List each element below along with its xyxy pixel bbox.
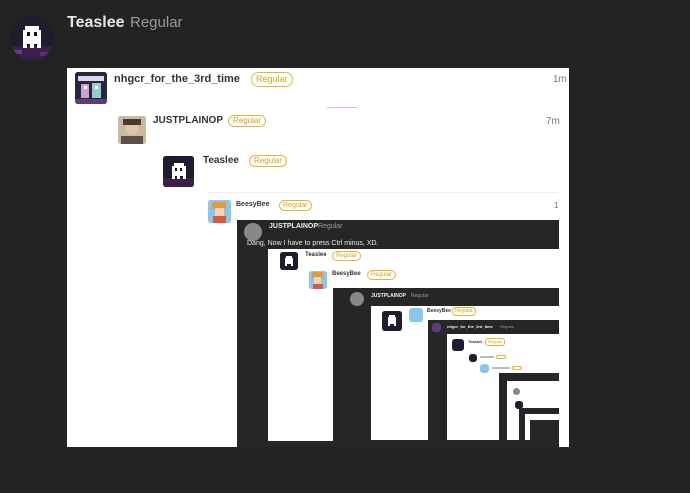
quote-avatar: [244, 223, 262, 241]
nested8-avatar: [480, 364, 489, 373]
divider: [327, 107, 357, 108]
level4-username: BeesyBee: [236, 201, 270, 208]
nested5-avatar: [432, 323, 441, 332]
nested3-username: JUSTPLAINOP: [371, 293, 407, 299]
nested7-name-placeholder: [480, 356, 494, 358]
nhgcr-avatar: [75, 72, 107, 104]
level2-time: 7m: [546, 116, 560, 127]
level3-role-badge: Regular: [249, 155, 288, 167]
nested1-role-badge: Regular: [332, 251, 362, 261]
divider: [208, 192, 558, 193]
embedded-screenshot[interactable]: nhgcr_for_the_3rd_time Regular 1m JUSTPL…: [67, 68, 569, 447]
nested2-username: BeesyBee: [332, 271, 361, 277]
justplainop-avatar: [118, 116, 146, 144]
anime-avatar-icon: [75, 72, 107, 104]
nested3-avatar: [350, 292, 364, 306]
nested4-ghost-avatar: [382, 311, 402, 331]
nested4-avatar: [409, 308, 423, 322]
nested7-badge-placeholder: [496, 355, 506, 359]
nested3-role: Regular: [411, 293, 429, 299]
nested2-avatar: [309, 271, 327, 289]
portrait-avatar-icon: [118, 116, 146, 144]
nested1-username: Teaslee: [305, 252, 327, 258]
nested7-avatar: [469, 354, 477, 362]
nested5-username: nhgcr_for_the_3rd_time: [447, 324, 493, 329]
nested1-avatar: [280, 252, 298, 270]
level2-role-badge: Regular: [228, 115, 267, 127]
level1-role-badge: Regular: [251, 72, 293, 87]
beesybee-avatar: [208, 200, 231, 223]
nested4-username: BeesyBee: [427, 308, 451, 314]
user-avatar[interactable]: [10, 16, 54, 60]
nested8-name-placeholder: [492, 367, 510, 369]
nested-panel-10: [530, 420, 559, 447]
nested5-role: Regular: [500, 324, 515, 329]
ghost-avatar-icon: [280, 252, 298, 270]
nested9-avatar: [513, 388, 520, 395]
post-user-role: Regular: [130, 14, 183, 31]
character-avatar-icon: [309, 271, 327, 289]
level1-time: 1m: [553, 74, 567, 85]
teaslee-avatar: [163, 156, 194, 187]
quote-text: Dang, Now I have to press Ctrl minus, XD…: [247, 240, 379, 247]
post-username[interactable]: Teaslee: [67, 14, 125, 32]
quote-role: Regular: [318, 223, 343, 230]
character-avatar-icon: [208, 200, 231, 223]
nested6-username: Teaslee: [468, 339, 483, 344]
level1-username: nhgcr_for_the_3rd_time: [114, 73, 240, 85]
level4-role-badge: Regular: [279, 200, 312, 211]
ghost-avatar-icon: [382, 311, 402, 331]
nested6-role-badge: Regular: [485, 338, 506, 346]
nested8-badge-placeholder: [512, 366, 522, 370]
nested6-avatar: [452, 339, 464, 351]
level3-username: Teaslee: [203, 155, 239, 166]
nested2-role-badge: Regular: [367, 270, 397, 280]
level4-time: 1: [554, 201, 559, 210]
forum-post: Teaslee Regular nhgcr_for_the_3rd_time R…: [0, 0, 690, 493]
ghost-avatar-icon: [163, 156, 194, 187]
quote-username: JUSTPLAINOP: [269, 223, 319, 230]
ghost-avatar-icon: [10, 16, 54, 60]
level2-username: JUSTPLAINOP: [153, 115, 224, 126]
nested4-role-badge: Regular: [452, 307, 476, 316]
